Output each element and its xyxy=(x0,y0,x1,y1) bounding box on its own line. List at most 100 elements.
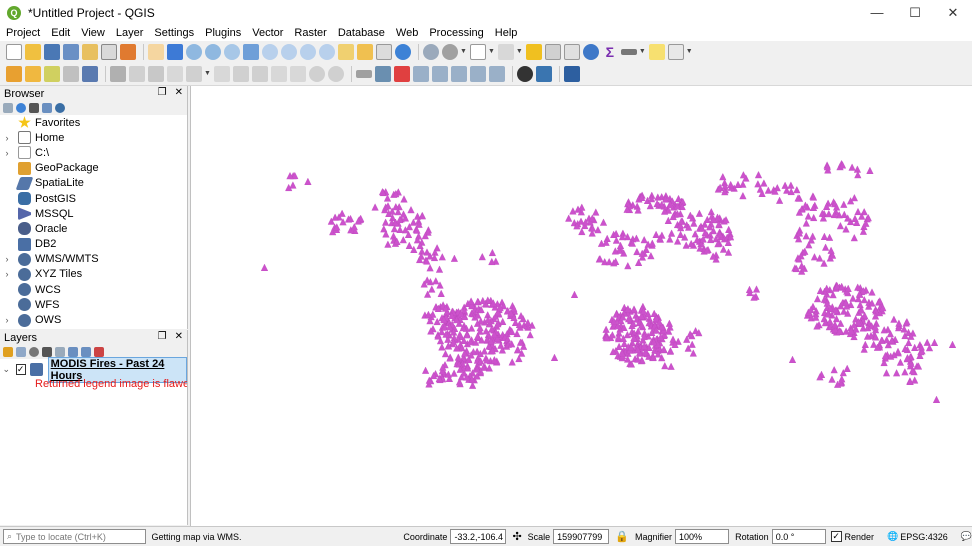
action-gear-icon[interactable] xyxy=(442,43,458,60)
map-tips-icon[interactable] xyxy=(648,43,665,60)
browser-item-oracle[interactable]: Oracle xyxy=(0,221,187,236)
expander-icon[interactable]: › xyxy=(0,315,14,325)
browser-item-wms-wmts[interactable]: › WMS/WMTS xyxy=(0,252,187,267)
menu-settings[interactable]: Settings xyxy=(148,27,199,39)
cut-features-icon[interactable] xyxy=(251,65,268,82)
new-temporary-layer-icon[interactable] xyxy=(82,65,98,82)
browser-item-postgis[interactable]: PostGIS xyxy=(0,191,187,206)
browser-item-xyz-tiles[interactable]: › XYZ Tiles xyxy=(0,267,187,282)
menu-plugins[interactable]: Plugins xyxy=(199,27,246,39)
expander-icon[interactable]: › xyxy=(0,254,14,264)
menu-project[interactable]: Project xyxy=(0,27,45,39)
map-canvas[interactable] xyxy=(190,86,972,526)
zoom-full-icon[interactable] xyxy=(243,43,259,60)
rotation-field[interactable]: 0.0 ° xyxy=(771,529,826,544)
open-project-icon[interactable] xyxy=(25,43,41,60)
browser-item-home[interactable]: › Home xyxy=(0,130,187,145)
select-value-icon[interactable] xyxy=(497,43,514,60)
vertex-tool-icon[interactable] xyxy=(186,65,202,82)
layer-visibility-checkbox[interactable]: ✓ xyxy=(15,364,26,375)
zoom-out-icon[interactable] xyxy=(205,43,221,60)
browser-item-wfs[interactable]: WFS xyxy=(0,297,187,312)
menu-database[interactable]: Database xyxy=(332,27,390,39)
filter-icon[interactable] xyxy=(29,103,39,113)
collapse-all-icon[interactable] xyxy=(81,347,91,357)
python-console-icon[interactable] xyxy=(535,65,552,82)
refresh-icon[interactable] xyxy=(395,43,411,60)
magnifier-field[interactable]: 100% xyxy=(674,529,730,544)
minimize-button[interactable]: — xyxy=(858,0,896,25)
render-checkbox[interactable]: ✓ xyxy=(830,531,842,542)
undo-icon[interactable] xyxy=(308,65,325,82)
paste-features-icon[interactable] xyxy=(289,65,306,82)
messages-icon[interactable]: 💬 xyxy=(961,531,972,542)
browser-item-favorites[interactable]: Favorites xyxy=(0,115,187,130)
attribute-table-icon[interactable] xyxy=(544,43,561,60)
modify-attributes-icon[interactable] xyxy=(213,65,230,82)
show-bookmarks-icon[interactable] xyxy=(376,43,392,60)
extent-toggle-icon[interactable]: ✣ xyxy=(512,530,521,543)
rotate-label-icon[interactable] xyxy=(469,65,486,82)
print-layout-icon[interactable] xyxy=(82,43,98,60)
new-map-view-icon[interactable] xyxy=(338,43,354,60)
float-panel-icon[interactable]: ❐ xyxy=(158,87,167,98)
browser-item-mssql[interactable]: MSSQL xyxy=(0,206,187,221)
save-project-icon[interactable] xyxy=(44,43,60,60)
expander-icon[interactable]: › xyxy=(0,133,14,143)
menu-help[interactable]: Help xyxy=(489,27,523,39)
copy-features-icon[interactable] xyxy=(270,65,287,82)
change-label-icon[interactable] xyxy=(488,65,505,82)
new-geopackage-icon[interactable] xyxy=(25,65,41,82)
layer-row-modis-fires[interactable]: ⌄ ✓ MODIS Fires - Past 24 Hours xyxy=(0,356,187,383)
move-label-icon[interactable] xyxy=(450,65,467,82)
zoom-last-icon[interactable] xyxy=(300,43,316,60)
scale-field[interactable]: 159907799 xyxy=(553,529,610,544)
coordinate-field[interactable]: -33.2,-106.4 xyxy=(450,529,507,544)
maximize-button[interactable]: ☐ xyxy=(896,0,934,25)
menu-processing[interactable]: Processing xyxy=(423,27,488,39)
visibility-eye-icon[interactable] xyxy=(29,347,39,357)
settings-gear-icon[interactable] xyxy=(582,43,599,60)
new-spatialite-icon[interactable] xyxy=(63,65,79,82)
browser-item-spatialite[interactable]: SpatiaLite xyxy=(0,176,187,191)
highlight-pinned-labels-icon[interactable] xyxy=(393,65,410,82)
browser-item-wcs[interactable]: WCS xyxy=(0,282,187,297)
menu-vector[interactable]: Vector xyxy=(246,27,288,39)
menu-edit[interactable]: Edit xyxy=(45,27,75,39)
filter-icon[interactable] xyxy=(42,347,52,357)
zoom-next-icon[interactable] xyxy=(319,43,335,60)
browser-item-c-drive[interactable]: › C:\ xyxy=(0,145,187,160)
expand-all-icon[interactable] xyxy=(68,347,78,357)
add-layer-icon[interactable] xyxy=(3,103,13,113)
layer-labeling-icon[interactable] xyxy=(374,65,391,82)
lock-scale-icon[interactable]: 🔒 xyxy=(615,530,629,543)
browser-item-db2[interactable]: DB2 xyxy=(0,237,187,252)
style-icon[interactable] xyxy=(3,347,13,357)
identify-icon[interactable] xyxy=(423,43,439,60)
save-edits-icon[interactable] xyxy=(148,65,164,82)
browser-item-geopackage[interactable]: GeoPackage xyxy=(0,161,187,176)
close-panel-icon[interactable]: ✕ xyxy=(175,87,183,98)
filter-expression-icon[interactable] xyxy=(55,347,65,357)
style-manager-icon[interactable] xyxy=(120,43,136,60)
redo-icon[interactable] xyxy=(327,65,344,82)
expander-icon[interactable]: › xyxy=(0,148,14,158)
remove-layer-icon[interactable] xyxy=(94,347,104,357)
new-shapefile-icon[interactable] xyxy=(44,65,60,82)
crs-label[interactable]: EPSG:4326 xyxy=(900,532,948,542)
close-panel-icon[interactable]: ✕ xyxy=(175,331,183,342)
refresh-icon[interactable] xyxy=(16,103,26,113)
float-panel-icon[interactable]: ❐ xyxy=(158,331,167,342)
new-project-icon[interactable] xyxy=(6,43,22,60)
save-as-icon[interactable] xyxy=(63,43,79,60)
toggle-editing-icon[interactable] xyxy=(129,65,145,82)
zoom-native-icon[interactable] xyxy=(224,43,240,60)
select-features-icon[interactable] xyxy=(469,43,486,60)
collapse-all-icon[interactable] xyxy=(42,103,52,113)
menu-web[interactable]: Web xyxy=(390,27,423,39)
browser-item-ows[interactable]: › OWS xyxy=(0,312,187,327)
zoom-layer-icon[interactable] xyxy=(281,43,297,60)
menu-view[interactable]: View xyxy=(75,27,110,39)
properties-icon[interactable] xyxy=(55,103,65,113)
show-hide-labels-icon[interactable] xyxy=(431,65,448,82)
